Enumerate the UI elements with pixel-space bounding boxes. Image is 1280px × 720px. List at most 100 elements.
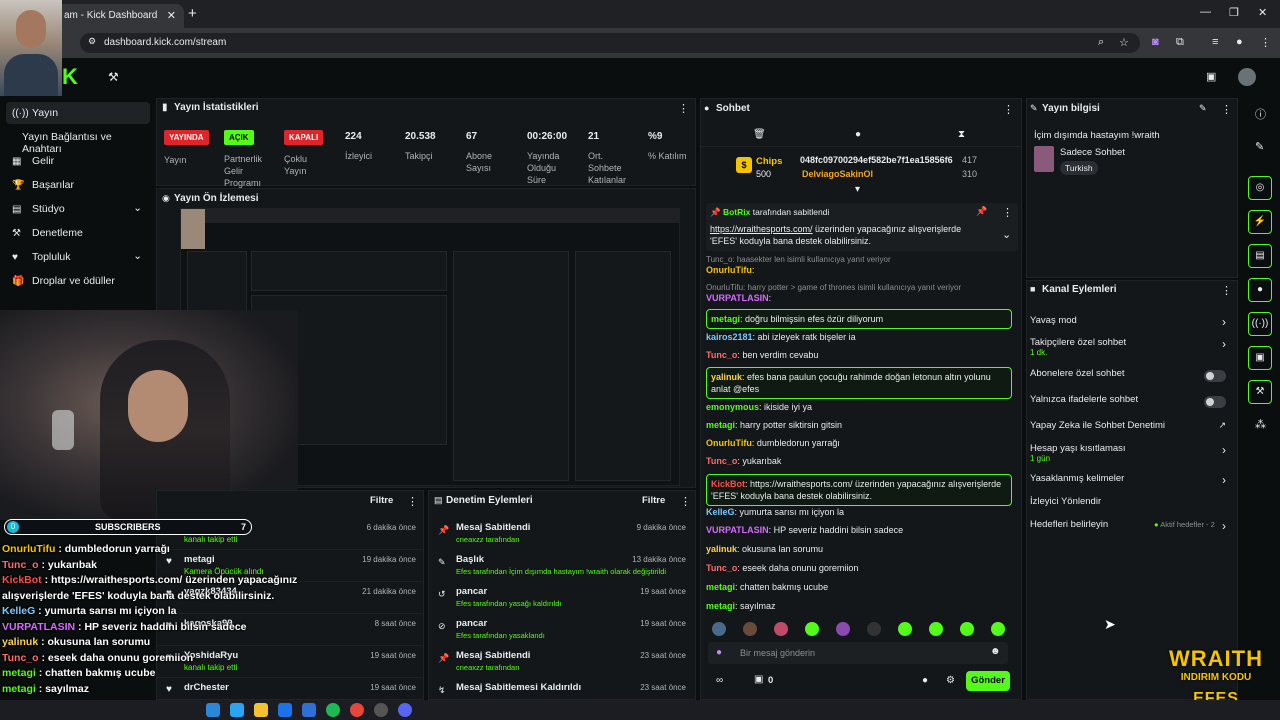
chat-message[interactable]: KickBot: https://wraithesports.com/ üzer… xyxy=(706,474,1012,506)
more-icon[interactable]: ⁂ xyxy=(1255,418,1266,431)
chat-message[interactable]: OnurluTifu: dumbledorun yarrağı xyxy=(706,437,1012,449)
stream-manager-icon[interactable]: ▣ xyxy=(1206,70,1216,83)
pinned-link[interactable]: https://wraithesports.com/ xyxy=(710,224,813,234)
emote-icon[interactable] xyxy=(836,622,850,636)
chat-username[interactable]: metagi xyxy=(711,314,740,324)
channel-option[interactable]: Yapay Zeka ile Sohbet Denetimi ↗ xyxy=(1030,420,1234,442)
channel-option[interactable]: İzleyici Yönlendir xyxy=(1030,496,1234,518)
channel-option[interactable]: Hesap yaşı kısıtlaması 1 gün › xyxy=(1030,443,1234,465)
chip-leader-1[interactable]: 048fc09700294ef582be7f1ea15856f6 xyxy=(800,155,953,165)
taskbar-edge-icon[interactable] xyxy=(206,703,220,717)
mod-action-row[interactable]: ✎ Başlık Efes tarafından İçim dışımda ha… xyxy=(428,550,696,582)
minimize-icon[interactable]: — xyxy=(1200,6,1211,18)
unpin-icon[interactable]: 📌 xyxy=(976,206,987,217)
emote-icon[interactable] xyxy=(774,622,788,636)
chat-message[interactable]: KelleG: yumurta sarısı mı içiyon la xyxy=(706,506,1012,518)
chat-username[interactable]: KickBot xyxy=(711,479,745,489)
info-icon[interactable]: ⓘ xyxy=(1255,106,1266,122)
sidebar-item-denetleme[interactable]: ⚒ Denetleme xyxy=(6,222,150,244)
store-icon[interactable]: ▣ xyxy=(754,674,763,685)
emote-icon[interactable] xyxy=(712,622,726,636)
rail-button-chat[interactable]: ● xyxy=(1248,278,1272,302)
sidebar-item-topluluk[interactable]: ♥ Topluluk ⌄ xyxy=(6,246,150,268)
send-button[interactable]: Gönder xyxy=(966,671,1010,691)
mod-actions-menu-icon[interactable]: ⋮ xyxy=(680,495,691,508)
chat-message[interactable]: metagi: sayılmaz xyxy=(706,600,1012,612)
points-icon[interactable]: ∞ xyxy=(716,675,723,686)
events-menu-icon[interactable]: ⋮ xyxy=(407,495,418,508)
chat-menu-icon[interactable]: ⋮ xyxy=(1003,103,1014,116)
chat-username[interactable]: OnurluTifu xyxy=(706,438,752,448)
pen-icon[interactable]: ✎ xyxy=(1255,140,1264,153)
emoji-icon[interactable]: ☻ xyxy=(990,646,1001,657)
mod-actions-filter-button[interactable]: Filtre xyxy=(642,495,665,506)
rail-button-camera[interactable]: ◎ xyxy=(1248,176,1272,200)
sidebar-item-stream-key[interactable]: Yayın Bağlantısı ve Anahtarı xyxy=(6,126,150,155)
chip-leader-2[interactable]: DelviagoSakinOl xyxy=(802,169,873,179)
sidebar-item-droplar[interactable]: 🎁 Droplar ve ödüller xyxy=(6,270,150,292)
channel-actions-menu-icon[interactable]: ⋮ xyxy=(1221,284,1232,297)
chat-message[interactable]: kairos2181: abi izleyek ratk bişeler ia xyxy=(706,331,1012,343)
close-tab-icon[interactable]: ✕ xyxy=(167,9,176,22)
channel-option[interactable]: Takipçilere özel sohbet 1 dk. › xyxy=(1030,337,1234,359)
events-filter-button[interactable]: Filtre xyxy=(370,495,393,506)
emote-icon[interactable] xyxy=(743,622,757,636)
chat-username[interactable]: kairos2181 xyxy=(706,332,753,342)
sidebar-item-basarilar[interactable]: 🏆 Başarılar xyxy=(6,174,150,196)
chat-message[interactable]: metagi: doğru bilmişsin efes özür diliyo… xyxy=(706,309,1012,329)
chat-username[interactable]: VURPATLASIN xyxy=(706,525,769,535)
browser-menu-icon[interactable]: ⋮ xyxy=(1260,36,1271,49)
toggle-switch[interactable] xyxy=(1204,370,1226,382)
media-control-icon[interactable]: ≡ xyxy=(1212,36,1218,48)
pinned-menu-icon[interactable]: ⋮ xyxy=(1002,206,1013,219)
chat-username[interactable]: emonymous xyxy=(706,402,759,412)
new-tab-icon[interactable]: + xyxy=(188,5,197,22)
chat-settings-bubble-icon[interactable]: ● xyxy=(922,675,928,686)
creator-tools-icon[interactable]: ⚒ xyxy=(108,70,119,84)
chat-message[interactable]: OnurluTifu: xyxy=(706,264,1012,276)
chat-username[interactable]: OnurluTifu xyxy=(706,265,752,275)
emote-icon[interactable] xyxy=(991,622,1005,636)
channel-option[interactable]: Yalnızca ifadelerle sohbet xyxy=(1030,394,1234,416)
emote-icon[interactable] xyxy=(898,622,912,636)
category-name[interactable]: Sadece Sohbet xyxy=(1060,147,1125,158)
hourglass-icon[interactable]: ⧗ xyxy=(958,129,965,140)
channel-option[interactable]: Abonelere özel sohbet xyxy=(1030,368,1234,390)
chat-username[interactable]: Tunc_o xyxy=(706,350,737,360)
rail-button-broadcast[interactable]: ((·)) xyxy=(1248,312,1272,336)
chat-message[interactable]: yalinuk: okusuna lan sorumu xyxy=(706,543,1012,555)
rail-button-document[interactable]: ▤ xyxy=(1248,244,1272,268)
chat-username[interactable]: metagi xyxy=(706,601,735,611)
taskbar-discord-icon[interactable] xyxy=(398,703,412,717)
edit-icon[interactable]: ✎ xyxy=(1199,103,1207,114)
mic-icon[interactable]: ● xyxy=(716,647,722,658)
chat-message[interactable]: VURPATLASIN: xyxy=(706,292,1012,304)
mod-action-row[interactable]: 📌 Mesaj Sabitlendi cneaxzz tarafından 9 … xyxy=(428,518,696,550)
chat-input[interactable]: ● Bir mesaj gönderin ☻ xyxy=(708,642,1008,664)
chat-username[interactable]: yalinuk xyxy=(711,372,742,382)
site-info-icon[interactable]: ⚙ xyxy=(88,36,96,47)
close-window-icon[interactable]: ✕ xyxy=(1258,6,1267,19)
zoom-icon[interactable]: ⌕ xyxy=(1098,36,1104,49)
chat-message[interactable]: emonymous: ikiside iyi ya xyxy=(706,401,1012,413)
taskbar-spotify-icon[interactable] xyxy=(326,703,340,717)
maximize-icon[interactable]: ❐ xyxy=(1229,6,1239,19)
category-thumbnail[interactable] xyxy=(1034,146,1054,172)
gear-icon[interactable]: ⚙ xyxy=(946,675,955,686)
chat-username[interactable]: KelleG xyxy=(706,507,735,517)
collapse-icon[interactable]: ▾ xyxy=(855,184,860,195)
sidebar-item-studyo[interactable]: ▤ Stüdyo ⌄ xyxy=(6,198,150,220)
sidebar-item-gelir[interactable]: ▦ Gelir xyxy=(6,150,150,172)
bookmark-star-icon[interactable]: ☆ xyxy=(1119,36,1129,49)
taskbar-obs-icon[interactable] xyxy=(374,703,388,717)
taskbar-folder-icon[interactable] xyxy=(254,703,268,717)
mod-action-row[interactable]: ↺ pancar Efes tarafından yasağı kaldırıl… xyxy=(428,582,696,614)
emote-icon[interactable] xyxy=(929,622,943,636)
extensions-puzzle-icon[interactable]: ⧉ xyxy=(1176,36,1184,49)
trash-icon[interactable]: 🗑 xyxy=(753,129,766,140)
extension-icon[interactable]: ◙ xyxy=(1152,36,1159,48)
chat-message[interactable]: metagi: harry potter siktirsin gitsin xyxy=(706,419,1012,431)
emote-icon[interactable] xyxy=(867,622,881,636)
taskbar-app-icon[interactable] xyxy=(230,703,244,717)
taskbar-outlook-icon[interactable] xyxy=(278,703,292,717)
